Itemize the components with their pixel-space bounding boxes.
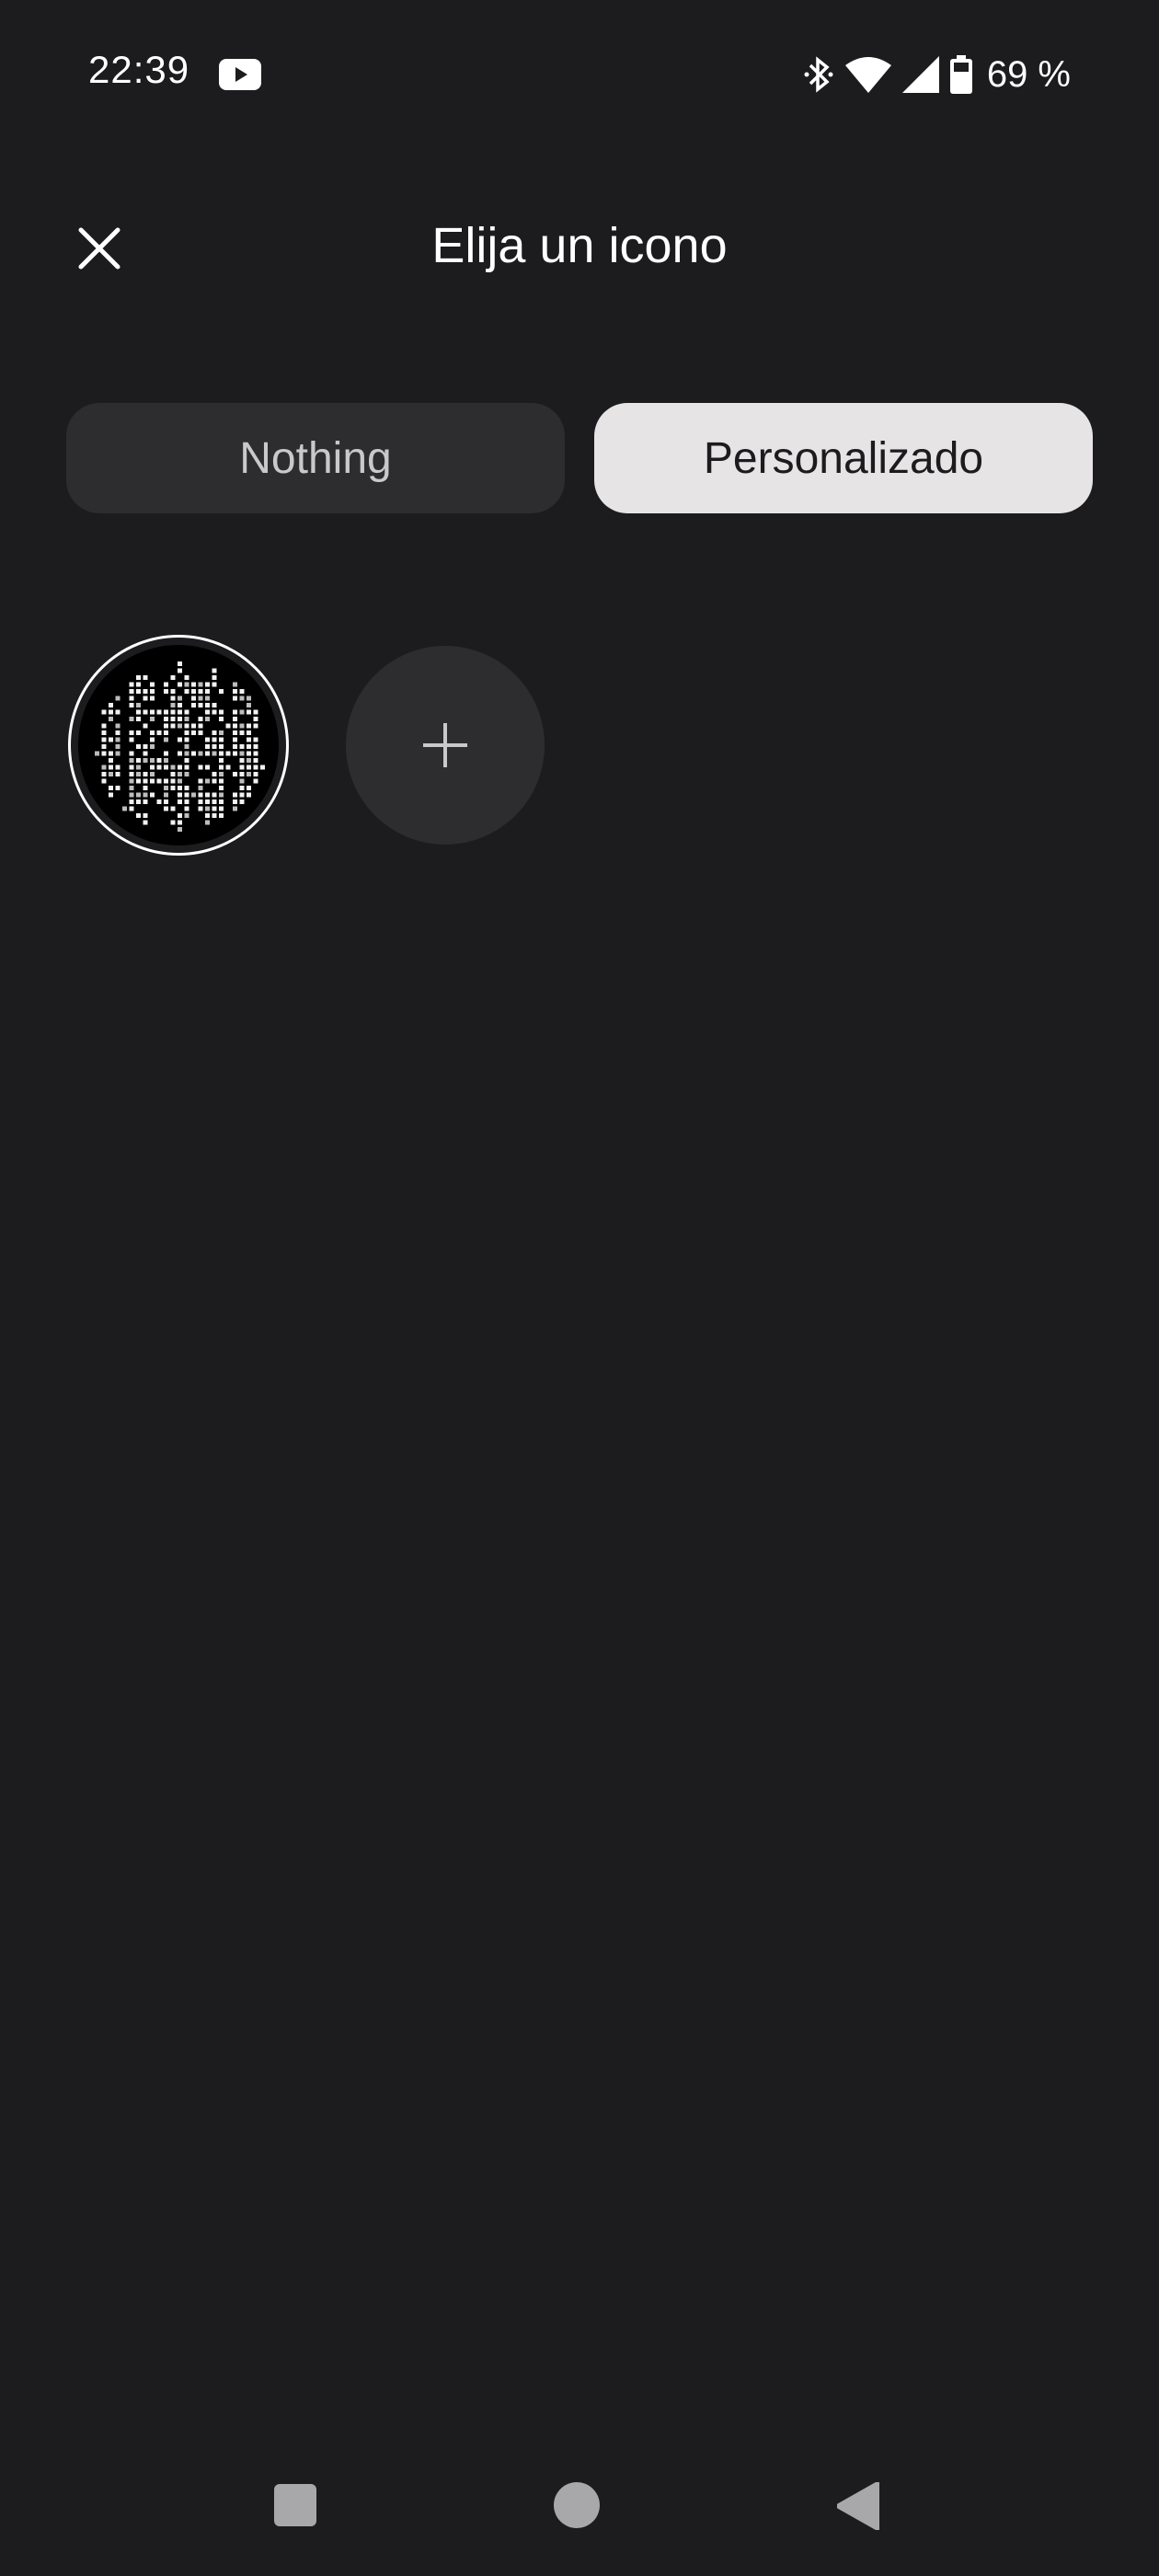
tab-nothing-label: Nothing: [239, 433, 392, 483]
wifi-icon: [844, 57, 891, 93]
status-icons: 69 %: [803, 52, 1071, 98]
add-icon-button[interactable]: [346, 646, 545, 845]
status-bar: 22:39 69 %: [0, 0, 1159, 147]
home-button[interactable]: [554, 2482, 600, 2528]
back-button[interactable]: [837, 2482, 879, 2530]
youtube-icon: [219, 59, 261, 90]
plus-icon: [423, 723, 467, 767]
tab-personalizado-label: Personalizado: [703, 433, 984, 483]
battery-icon: [949, 55, 972, 94]
tab-personalizado[interactable]: Personalizado: [594, 403, 1093, 513]
recents-button[interactable]: [274, 2484, 316, 2526]
cell-signal-icon: [901, 56, 939, 93]
tab-nothing[interactable]: Nothing: [66, 403, 565, 513]
battery-percentage: 69 %: [986, 53, 1071, 95]
status-time: 22:39: [88, 48, 190, 91]
bluetooth-icon: [804, 56, 833, 93]
custom-dot-matrix-icon: [78, 645, 279, 845]
page-title: Elija un icono: [431, 218, 728, 273]
custom-icon-option[interactable]: [68, 635, 289, 856]
